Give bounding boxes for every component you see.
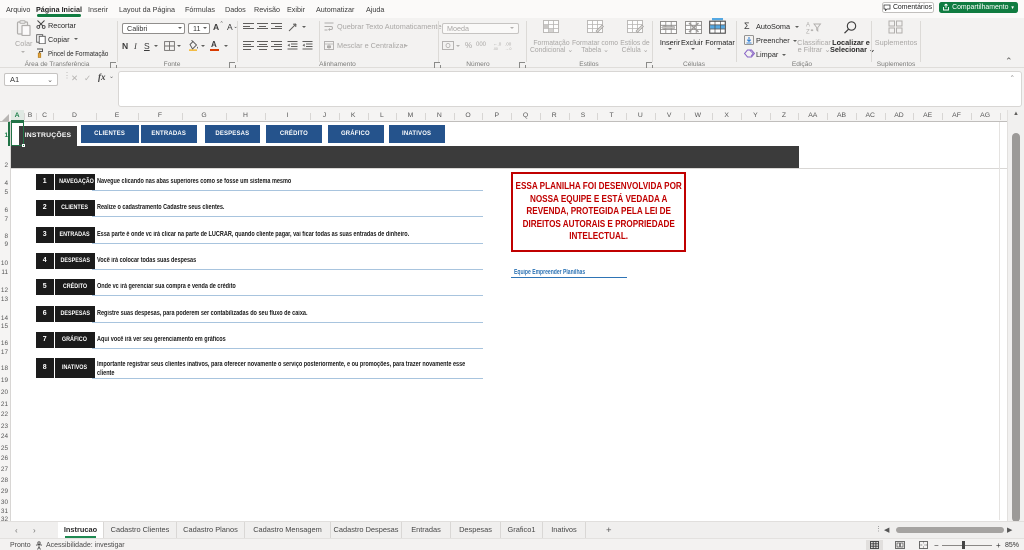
svg-text:.00: .00 <box>505 42 512 47</box>
svg-text:Z: Z <box>806 30 810 35</box>
svg-text:←.0: ←.0 <box>493 42 502 47</box>
svg-text:A: A <box>806 23 810 29</box>
svg-text:→.0: →.0 <box>505 47 511 50</box>
svg-text:.00: .00 <box>493 47 498 50</box>
